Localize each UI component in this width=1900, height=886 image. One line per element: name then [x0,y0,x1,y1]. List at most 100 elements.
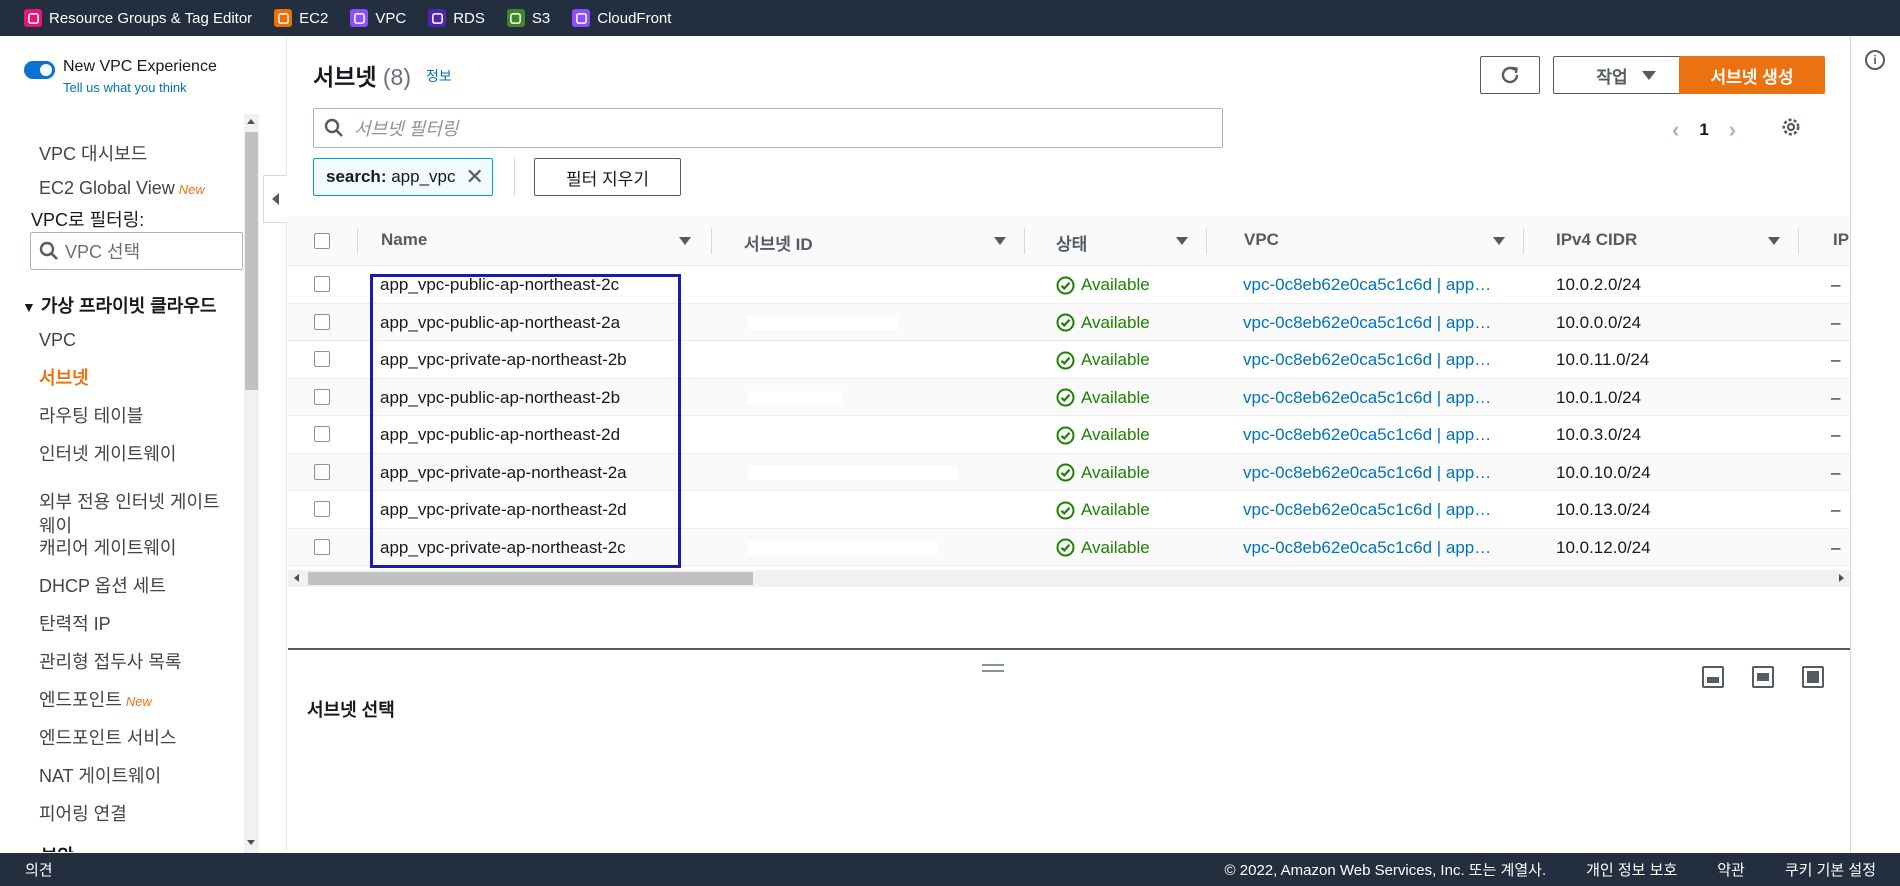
sidebar-item-3[interactable]: 인터넷 게이트웨이 [39,442,176,466]
sort-icon[interactable] [994,237,1006,245]
scrollbar-thumb[interactable] [245,132,258,390]
vpc-filter-select[interactable]: VPC 선택 [30,232,243,270]
sidebar-item-7[interactable]: 탄력적 IP [39,612,111,636]
favorite-vpc[interactable]: VPC [350,9,406,27]
vpc-link[interactable]: vpc-0c8eb62e0ca5c1c6d | app… [1243,388,1491,408]
vpc-link[interactable]: vpc-0c8eb62e0ca5c1c6d | app… [1243,500,1491,520]
section-vpc-toggle[interactable]: ▼ 가상 프라이빗 클라우드 [22,292,216,318]
scroll-right-arrow[interactable] [1839,574,1844,582]
sidebar-scrollbar[interactable] [244,114,259,854]
sidebar-item-10[interactable]: 엔드포인트 서비스 [39,726,176,750]
close-icon[interactable]: ✕ [466,166,484,188]
sidebar-item-2[interactable]: 라우팅 테이블 [39,404,143,428]
scrollbar-thumb[interactable] [308,572,753,585]
vpc-link[interactable]: vpc-0c8eb62e0ca5c1c6d | app… [1243,275,1491,295]
info-link[interactable]: 정보 [426,66,452,86]
subnet-name: app_vpc-private-ap-northeast-2a [380,462,627,482]
chevron-right-icon[interactable]: › [1729,117,1736,143]
column-header-subnet-id[interactable]: 서브넷 ID [744,230,813,255]
cookie-preferences-link[interactable]: 쿠키 기본 설정 [1785,859,1876,880]
row-checkbox[interactable] [314,538,330,555]
sidebar-item-4[interactable]: 외부 전용 인터넷 게이트 웨이 [39,490,220,538]
refresh-button[interactable] [1480,56,1540,94]
table-row[interactable]: app_vpc-private-ap-northeast-2a Available… [288,453,1850,491]
panel-full-icon[interactable] [1802,666,1824,688]
table-row[interactable]: app_vpc-public-ap-northeast-2d Available v… [288,416,1850,454]
favorite-resource-groups[interactable]: Resource Groups & Tag Editor [24,9,252,27]
vpc-link[interactable]: vpc-0c8eb62e0ca5c1c6d | app… [1243,313,1491,333]
table-row[interactable]: app_vpc-public-ap-northeast-2c Available v… [288,266,1850,304]
scroll-down-arrow[interactable] [247,840,255,845]
settings-gear-icon[interactable] [1780,116,1802,143]
sort-icon[interactable] [679,237,691,245]
vpc-filter-label: VPC로 필터링: [31,210,145,230]
column-header-name[interactable]: Name [381,230,427,250]
sidebar-item-11[interactable]: NAT 게이트웨이 [39,764,161,788]
subnet-filter-input[interactable]: 서브넷 필터링 [313,108,1223,148]
pagination: ‹ 1 › [1672,116,1802,143]
vpc-link[interactable]: vpc-0c8eb62e0ca5c1c6d | app… [1243,350,1491,370]
vpc-link[interactable]: vpc-0c8eb62e0ca5c1c6d | app… [1243,538,1491,558]
row-checkbox[interactable] [314,388,330,405]
info-icon[interactable]: i [1865,50,1885,70]
sidebar-item-9[interactable]: 엔드포인트 New [39,688,152,714]
table-row[interactable]: app_vpc-private-ap-northeast-2c Available… [288,528,1850,566]
select-all-checkbox[interactable] [314,233,330,249]
favorite-rds[interactable]: RDS [428,9,485,27]
favorite-s3[interactable]: S3 [506,9,550,27]
terms-link[interactable]: 약관 [1717,859,1745,880]
sidebar-item-8[interactable]: 관리형 접두사 목록 [39,650,181,674]
table-row[interactable]: app_vpc-public-ap-northeast-2b Available v… [288,378,1850,416]
sidebar-item-5[interactable]: 캐리어 게이트웨이 [39,536,176,560]
table-row[interactable]: app_vpc-private-ap-northeast-2b Available… [288,341,1850,379]
feedback-link[interactable]: Tell us what you think [63,80,217,95]
page-number[interactable]: 1 [1699,120,1708,140]
column-header-status[interactable]: 상태 [1056,230,1087,255]
sidebar-item-label: 탄력적 IP [39,614,111,634]
row-checkbox[interactable] [314,501,330,517]
vpc-link[interactable]: vpc-0c8eb62e0ca5c1c6d | app… [1243,425,1491,445]
vpc-link[interactable]: vpc-0c8eb62e0ca5c1c6d | app… [1243,463,1491,483]
row-checkbox[interactable] [314,351,330,367]
collapse-sidebar-button[interactable] [263,175,287,223]
check-circle-icon [1056,388,1075,407]
sidebar-item-12[interactable]: 피어링 연결 [39,802,127,826]
column-header-vpc[interactable]: VPC [1244,230,1279,250]
sidebar-item-0[interactable]: VPC [39,328,76,352]
chevron-left-icon[interactable]: ‹ [1672,117,1679,143]
sort-icon[interactable] [1768,237,1780,245]
column-header-ipv6[interactable]: IP [1833,230,1849,250]
ipv6-cidr: – [1831,387,1841,407]
panel-bottom-icon[interactable] [1702,666,1724,688]
row-checkbox[interactable] [314,276,330,292]
favorite-cloudfront[interactable]: CloudFront [572,9,671,27]
sidebar-item-ec2-global-view[interactable]: EC2 Global View New [39,178,205,199]
sort-icon[interactable] [1176,237,1188,245]
sidebar-item-1[interactable]: 서브넷 [39,366,89,390]
column-header-ipv4-cidr[interactable]: IPv4 CIDR [1556,230,1637,250]
subnets-table: Name 서브넷 ID 상태 VPC IPv4 CIDR IP app_vpc-… [288,216,1850,570]
new-experience-toggle[interactable] [24,61,55,79]
actions-dropdown[interactable]: 작업 [1553,56,1699,94]
favorite-ec2[interactable]: EC2 [274,9,328,27]
row-checkbox[interactable] [314,426,330,442]
resize-handle[interactable] [982,664,1004,672]
ipv6-cidr: – [1831,462,1841,482]
ipv6-cidr: – [1831,425,1841,444]
panel-side-icon[interactable] [1752,666,1774,688]
clear-filters-button[interactable]: 필터 지우기 [534,158,681,196]
feedback-button[interactable]: 의견 [25,859,53,880]
scroll-up-arrow[interactable] [247,119,255,124]
sidebar-item-vpc-dashboard[interactable]: VPC 대시보드 [39,140,147,166]
scroll-left-arrow[interactable] [294,574,299,582]
create-subnet-button[interactable]: 서브넷 생성 [1679,56,1825,94]
table-horizontal-scrollbar[interactable] [288,570,1850,587]
privacy-link[interactable]: 개인 정보 보호 [1586,859,1677,880]
row-checkbox[interactable] [314,313,330,330]
row-checkbox[interactable] [314,463,330,480]
section-security-toggle[interactable]: ▼ 보안 [22,842,74,852]
table-row[interactable]: app_vpc-private-ap-northeast-2d Available… [288,491,1850,529]
sidebar-item-6[interactable]: DHCP 옵션 세트 [39,574,166,598]
sort-icon[interactable] [1493,237,1505,245]
table-row[interactable]: app_vpc-public-ap-northeast-2a Available v… [288,303,1850,341]
